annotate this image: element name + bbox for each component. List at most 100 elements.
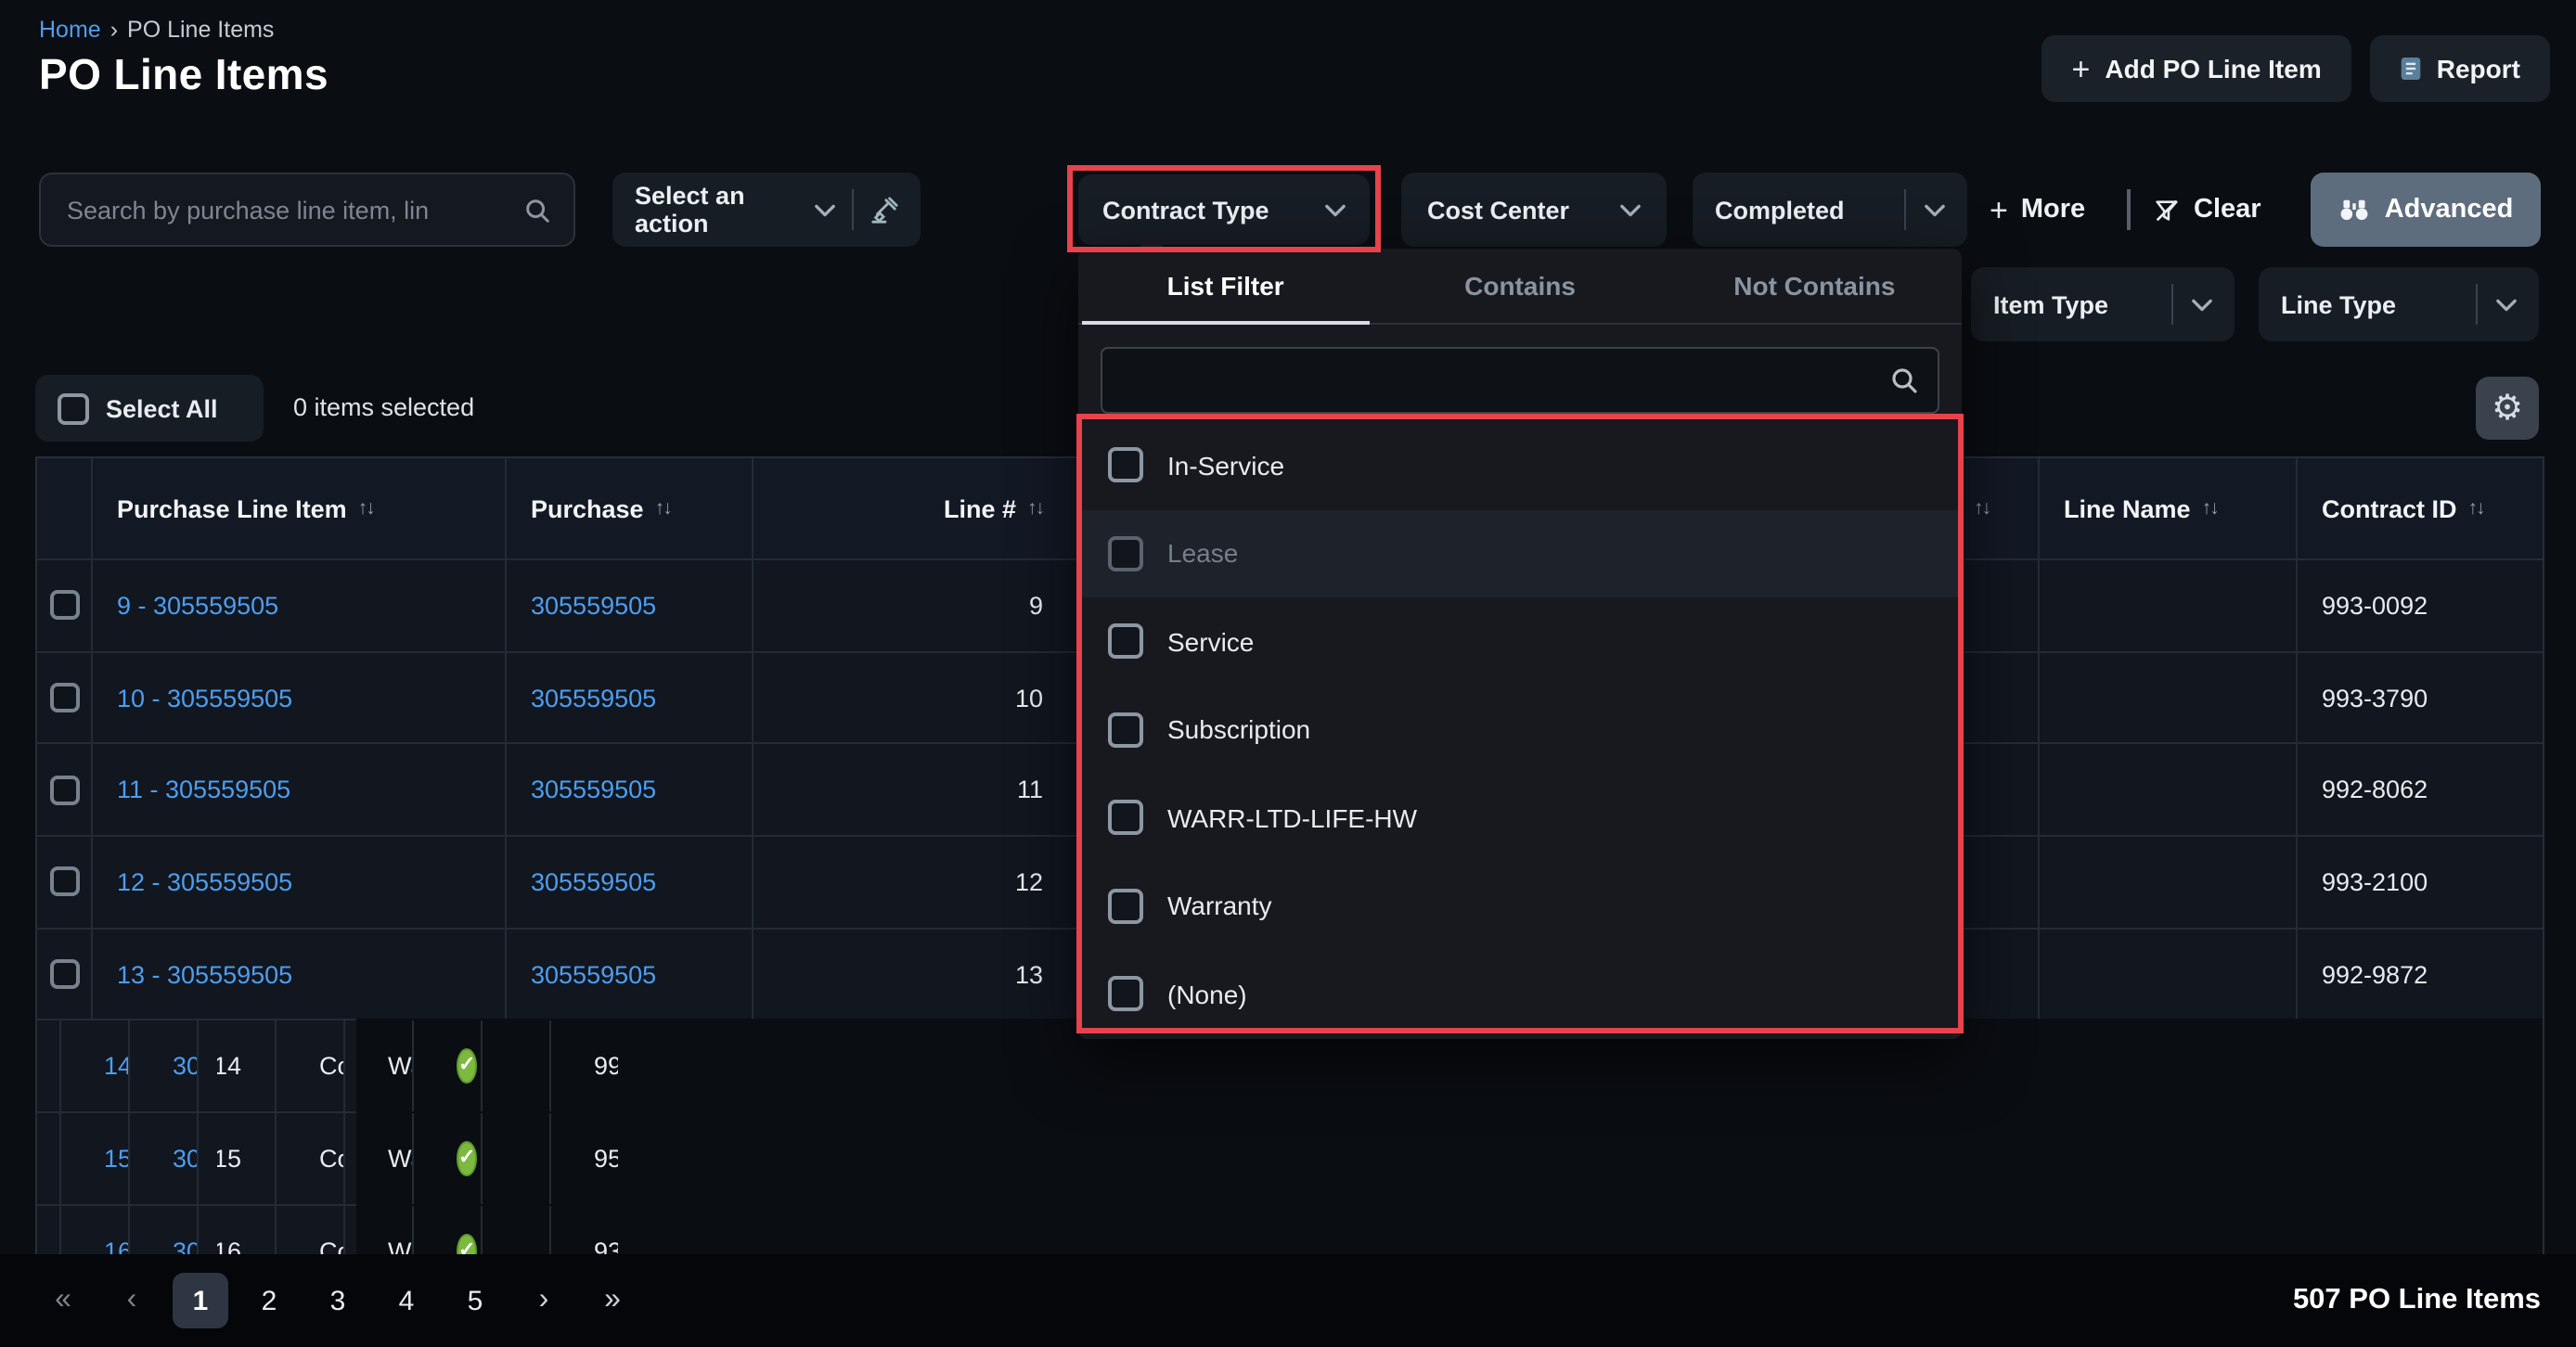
breadcrumb: Home › PO Line Items [39, 17, 274, 43]
page-button[interactable]: 4 [379, 1273, 434, 1328]
purchase-line-item-link[interactable]: 13 - 305559505 [117, 960, 292, 988]
header-contract-id[interactable]: Contract ID ↑↓ [2298, 458, 2543, 558]
contract-id-cell: 992-9872 [2298, 930, 2543, 1020]
select-all-button[interactable]: Select All [35, 375, 264, 442]
purchase-line-item-link[interactable]: 15 - 305559505 [104, 1145, 130, 1173]
header-line-number[interactable]: Line # ↑↓ [753, 458, 1078, 558]
select-all-checkbox[interactable] [58, 392, 89, 424]
contract-id-cell: 993-2100 [2298, 837, 2543, 927]
po-line-items-page: Home › PO Line Items PO Line Items + Add… [0, 0, 2576, 1347]
row-checkbox[interactable] [59, 1144, 61, 1174]
option-checkbox[interactable] [1108, 977, 1143, 1012]
plus-icon: + [2072, 53, 2091, 84]
completed-check-icon: ✓ [457, 1049, 477, 1084]
breadcrumb-separator: › [110, 17, 118, 43]
filter-option[interactable]: Warranty [1078, 862, 1962, 950]
dropdown-search-input[interactable] [1121, 365, 1889, 396]
page-button[interactable]: 3 [310, 1273, 366, 1328]
line-name-cell [2040, 930, 2298, 1020]
breadcrumb-current: PO Line Items [127, 17, 274, 43]
purchase-line-item-link[interactable]: 9 - 305559505 [117, 592, 278, 620]
clear-filters-button[interactable]: Clear [2153, 173, 2261, 247]
line-name-cell [2040, 745, 2298, 835]
report-button[interactable]: Report [2370, 35, 2550, 102]
purchase-line-item-link[interactable]: 10 - 305559505 [117, 684, 292, 712]
contract-type-filter-dropdown: List Filter Contains Not Contains In-Ser… [1078, 249, 1962, 1038]
plus-icon: + [1990, 194, 2008, 225]
header-line-name[interactable]: Line Name ↑↓ [2040, 458, 2298, 558]
row-checkbox[interactable] [49, 683, 79, 712]
option-checkbox[interactable] [1108, 536, 1143, 571]
completed-filter-button[interactable]: Completed [1693, 173, 1967, 247]
select-action-label: Select an action [635, 182, 798, 237]
row-checkbox[interactable] [49, 867, 79, 897]
select-action-dropdown[interactable]: Select an action [612, 173, 921, 247]
sort-icon[interactable]: ↑↓ [1027, 497, 1043, 520]
filter-option[interactable]: (None) [1078, 950, 1962, 1038]
item-type-filter-button[interactable]: Item Type [1971, 267, 2235, 341]
sort-icon[interactable]: ↑↓ [358, 497, 374, 520]
search-box[interactable] [39, 173, 575, 247]
add-po-line-item-button[interactable]: + Add PO Line Item [2042, 35, 2351, 102]
option-checkbox[interactable] [1108, 801, 1143, 836]
row-checkbox[interactable] [49, 775, 79, 804]
purchase-link[interactable]: 305559505 [531, 592, 656, 620]
line-name-cell [2040, 560, 2298, 650]
option-checkbox[interactable] [1108, 712, 1143, 748]
filter-option[interactable]: WARR-LTD-LIFE-HW [1078, 774, 1962, 862]
search-input[interactable] [63, 194, 523, 225]
tab-not-contains[interactable]: Not Contains [1668, 249, 1962, 323]
row-checkbox[interactable] [49, 591, 79, 621]
page-button[interactable]: 1 [173, 1273, 228, 1328]
cost-center-filter-button[interactable]: Cost Center [1401, 173, 1667, 247]
filter-option[interactable]: Service [1078, 597, 1962, 686]
page-button[interactable]: 5 [447, 1273, 503, 1328]
purchase-line-item-link[interactable]: 11 - 305559505 [117, 776, 290, 803]
column-settings-button[interactable]: ⚙ [2476, 377, 2539, 440]
sort-icon[interactable]: ↑↓ [655, 497, 671, 520]
line-type-filter-button[interactable]: Line Type [2259, 267, 2539, 341]
sort-icon[interactable]: ↑↓ [2202, 497, 2218, 520]
purchase-line-item-link[interactable]: 14 - 305559505 [104, 1053, 130, 1081]
next-page-button[interactable]: › [516, 1273, 572, 1328]
row-checkbox[interactable] [59, 1052, 61, 1082]
prev-page-button[interactable]: ‹ [104, 1273, 160, 1328]
purchase-link[interactable]: 305559505 [531, 960, 656, 988]
first-page-button[interactable]: « [35, 1273, 91, 1328]
advanced-search-button[interactable]: Advanced [2311, 173, 2541, 247]
filter-option[interactable]: Lease [1078, 509, 1962, 597]
chevron-down-icon [1925, 203, 1945, 216]
report-icon [2400, 56, 2422, 82]
sort-icon[interactable]: ↑↓ [2468, 497, 2484, 520]
breadcrumb-home-link[interactable]: Home [39, 17, 101, 43]
tab-contains[interactable]: Contains [1372, 249, 1667, 323]
purchase-link[interactable]: 305559505 [531, 868, 656, 896]
purchase-link[interactable]: 305559505 [173, 1053, 199, 1081]
purchase-line-item-link[interactable]: 12 - 305559505 [117, 868, 292, 896]
row-checkbox[interactable] [49, 959, 79, 989]
dropdown-search-box[interactable] [1101, 347, 1939, 414]
more-filters-button[interactable]: + More [1990, 173, 2085, 247]
purchase-link[interactable]: 305559505 [531, 684, 656, 712]
chevron-down-icon [2192, 298, 2212, 311]
header-purchase[interactable]: Purchase ↑↓ [507, 458, 753, 558]
filter-options-list: In-Service Lease Service Subscription WA… [1078, 421, 1962, 1038]
tab-list-filter[interactable]: List Filter [1078, 249, 1372, 323]
cost-center-label: Cost Center [1427, 196, 1569, 224]
page-button[interactable]: 2 [241, 1273, 297, 1328]
gavel-icon[interactable] [870, 196, 898, 224]
purchase-link[interactable]: 305559505 [531, 776, 656, 803]
sort-icon[interactable]: ↑↓ [1974, 497, 1990, 520]
option-checkbox[interactable] [1108, 889, 1143, 924]
header-purchase-line-item[interactable]: Purchase Line Item ↑↓ [93, 458, 507, 558]
option-checkbox[interactable] [1108, 624, 1143, 660]
subtype-cell: Warranty [364, 1021, 414, 1111]
option-checkbox[interactable] [1108, 448, 1143, 483]
contract-type-filter-button[interactable]: Contract Type [1078, 174, 1370, 245]
advanced-label: Advanced [2385, 195, 2514, 224]
filter-option[interactable]: Subscription [1078, 686, 1962, 774]
purchase-link[interactable]: 305559505 [173, 1145, 199, 1173]
line-name-cell [501, 1021, 551, 1111]
filter-option[interactable]: In-Service [1078, 421, 1962, 509]
last-page-button[interactable]: » [585, 1273, 640, 1328]
